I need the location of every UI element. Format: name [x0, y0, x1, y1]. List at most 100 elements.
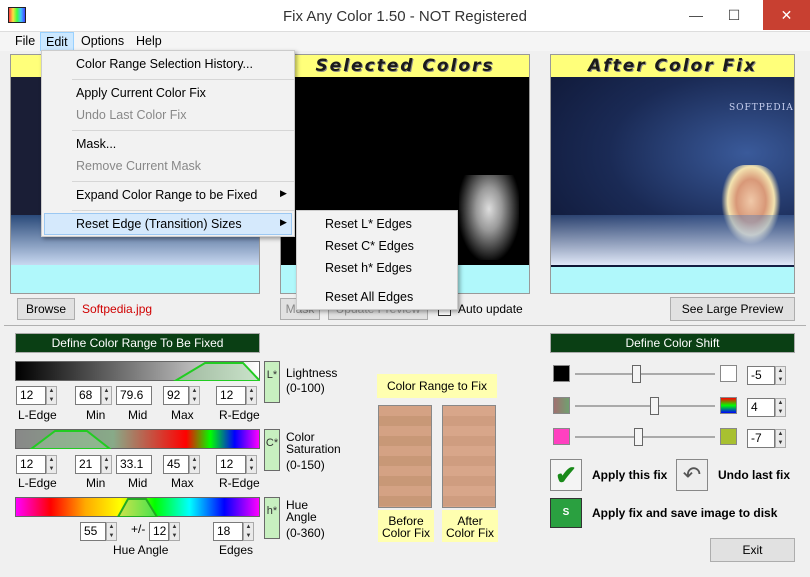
mid-label: Mid — [128, 408, 148, 422]
r-edge-label: R-Edge — [219, 476, 260, 490]
plus-minus-label: +/- — [131, 522, 146, 536]
lightness-l-edge-input[interactable]: 12 — [16, 386, 46, 405]
browse-button[interactable]: Browse — [17, 298, 75, 320]
shift-hue-input[interactable]: -7 — [747, 429, 775, 448]
menu-edit[interactable]: Edit — [40, 32, 74, 51]
max-label: Max — [171, 476, 194, 490]
spinner-arrows[interactable]: ▲ ▼ — [101, 455, 112, 474]
edit-menu: Color Range Selection History... Apply C… — [41, 50, 295, 237]
menu-separator — [72, 210, 294, 211]
l-edge-label: L-Edge — [18, 408, 57, 422]
spinner-arrows[interactable]: ▲ ▼ — [106, 522, 117, 541]
menu-apply-color-fix[interactable]: Apply Current Color Fix — [76, 86, 206, 100]
max-label: Max — [171, 408, 194, 422]
apply-fix-label[interactable]: Apply this fix — [592, 468, 667, 482]
saturation-max-input[interactable]: 45 — [163, 455, 189, 474]
before-swatch — [378, 405, 432, 508]
hue-angle-label: Hue Angle — [113, 543, 169, 557]
saturation-range-label: (0-150) — [286, 458, 325, 472]
saturation-min-input[interactable]: 21 — [75, 455, 101, 474]
lightness-max-input[interactable]: 92 — [163, 386, 189, 405]
shift-slider-track[interactable] — [575, 405, 715, 407]
shift-slider-thumb[interactable] — [632, 365, 641, 383]
submenu-arrow-icon: ▶ — [280, 217, 287, 227]
spinner-arrows[interactable]: ▲ ▼ — [46, 386, 57, 405]
shift-white-swatch — [720, 365, 737, 382]
spinner-arrows[interactable]: ▲ ▼ — [775, 398, 786, 417]
color-range-to-fix-title: Color Range to Fix — [377, 374, 497, 398]
minimize-button[interactable]: — — [680, 0, 712, 30]
spinner-arrows[interactable]: ▲ ▼ — [189, 386, 200, 405]
menu-help[interactable]: Help — [131, 32, 167, 51]
menu-mask[interactable]: Mask... — [76, 137, 116, 151]
spinner-arrows[interactable]: ▲ ▼ — [775, 429, 786, 448]
reset-edges-submenu: Reset L* Edges Reset C* Edges Reset h* E… — [296, 210, 458, 310]
after-fix-preview[interactable]: After Color Fix SOFTPEDIA — [550, 54, 795, 294]
menu-expand-range[interactable]: Expand Color Range to be Fixed — [76, 188, 257, 202]
saturation-mid-input[interactable]: 33.1 — [116, 455, 152, 474]
see-large-preview-button[interactable]: See Large Preview — [670, 297, 795, 321]
color-shift-header: Define Color Shift — [550, 333, 795, 353]
hue-edges-input[interactable]: 18 — [213, 522, 243, 541]
menu-reset-c-edges[interactable]: Reset C* Edges — [325, 239, 414, 253]
menu-reset-h-edges[interactable]: Reset h* Edges — [325, 261, 412, 275]
lightness-range-marker[interactable] — [15, 361, 260, 381]
hue-range-marker[interactable] — [15, 497, 260, 517]
shift-rgb-swatch — [720, 397, 737, 414]
spinner-arrows[interactable]: ▲ ▼ — [46, 455, 57, 474]
menu-undo-color-fix[interactable]: Undo Last Color Fix — [76, 108, 186, 122]
undo-fix-label[interactable]: Undo last fix — [718, 468, 790, 482]
shift-green-swatch — [720, 428, 737, 445]
hue-angle-input[interactable]: 55 — [80, 522, 106, 541]
lightness-min-input[interactable]: 68 — [75, 386, 101, 405]
save-disk-icon[interactable]: S — [550, 498, 582, 528]
submenu-arrow-icon: ▶ — [280, 188, 287, 198]
auto-update-label: Auto update — [458, 302, 523, 316]
shift-slider-thumb[interactable] — [650, 397, 659, 415]
saturation-label-2: Saturation — [286, 442, 341, 456]
divider — [4, 325, 806, 326]
spinner-arrows[interactable]: ▲ ▼ — [243, 522, 254, 541]
before-color-fix-label: Before Color Fix — [378, 510, 434, 542]
spinner-arrows[interactable]: ▲ ▼ — [775, 366, 786, 385]
apply-save-label[interactable]: Apply fix and save image to disk — [592, 506, 777, 520]
maximize-button[interactable]: ☐ — [718, 0, 750, 30]
exit-button[interactable]: Exit — [710, 538, 795, 562]
shift-saturation-input[interactable]: 4 — [747, 398, 775, 417]
menu-reset-l-edges[interactable]: Reset L* Edges — [325, 217, 412, 231]
apply-fix-icon[interactable]: ✔ — [550, 459, 582, 491]
shift-slider-track[interactable] — [575, 436, 715, 438]
lightness-reset-button[interactable]: L* — [264, 361, 280, 403]
saturation-l-edge-input[interactable]: 12 — [16, 455, 46, 474]
spinner-arrows[interactable]: ▲ ▼ — [189, 455, 200, 474]
spinner-arrows[interactable]: ▲ ▼ — [169, 522, 180, 541]
lightness-mid-input[interactable]: 79.6 — [116, 386, 152, 405]
shift-lightness-input[interactable]: -5 — [747, 366, 775, 385]
color-range-header: Define Color Range To Be Fixed — [15, 333, 260, 353]
hue-reset-button[interactable]: h* — [264, 497, 280, 539]
undo-icon[interactable]: ↶ — [676, 459, 708, 491]
spinner-arrows[interactable]: ▲ ▼ — [246, 455, 257, 474]
menu-remove-mask[interactable]: Remove Current Mask — [76, 159, 201, 173]
saturation-r-edge-input[interactable]: 12 — [216, 455, 246, 474]
spinner-arrows[interactable]: ▲ ▼ — [246, 386, 257, 405]
selected-colors-title: Selected Colors — [281, 55, 529, 77]
menu-reset-edge-sizes[interactable]: Reset Edge (Transition) Sizes — [76, 217, 242, 231]
saturation-range-marker[interactable] — [15, 429, 260, 449]
after-swatch — [442, 405, 496, 508]
hue-label-2: Angle — [286, 510, 317, 524]
spinner-arrows[interactable]: ▲ ▼ — [101, 386, 112, 405]
menu-reset-all-edges[interactable]: Reset All Edges — [325, 290, 413, 304]
menu-file[interactable]: File — [10, 32, 40, 51]
shift-slider-track[interactable] — [575, 373, 715, 375]
close-button[interactable]: ✕ — [763, 0, 810, 30]
saturation-reset-button[interactable]: C* — [264, 429, 280, 471]
shift-slider-thumb[interactable] — [634, 428, 643, 446]
min-label: Min — [86, 476, 106, 490]
menu-options[interactable]: Options — [76, 32, 129, 51]
hue-delta-input[interactable]: 12 — [149, 522, 169, 541]
lightness-r-edge-input[interactable]: 12 — [216, 386, 246, 405]
filename-label: Softpedia.jpg — [82, 302, 153, 316]
l-edge-label: L-Edge — [18, 476, 57, 490]
menu-color-range-history[interactable]: Color Range Selection History... — [76, 57, 253, 71]
